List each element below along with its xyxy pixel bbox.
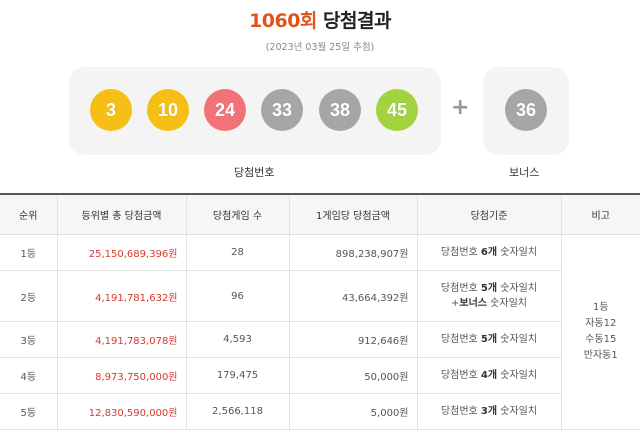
criteria-cell: 당첨번호 6개 숫자일치: [416, 234, 561, 271]
round-number: 1060회: [249, 10, 317, 32]
rank-cell: 5등: [0, 393, 57, 430]
draw-date: (2023년 03월 25일 추첨): [265, 42, 375, 53]
rank-cell: 3등: [0, 321, 57, 358]
criteria-cell: 당첨번호 5개 숫자일치: [416, 321, 561, 358]
column-header: 당첨기준: [416, 193, 561, 235]
number-ball: 45: [376, 89, 418, 131]
rank-cell: 1등: [0, 234, 57, 271]
total-prize-cell: 25,150,689,396원: [56, 234, 186, 271]
prize-table: 순위 등위별 총 당첨금액 당첨게임 수 1게임당 당첨금액 당첨기준 비고 1…: [0, 193, 640, 430]
rank-cell: 4등: [0, 357, 57, 394]
table-row: 3등 4,191,783,078원 4,593 912,646원 당첨번호 5개…: [0, 321, 640, 358]
total-prize-cell: 12,830,590,000원: [56, 393, 186, 430]
title-text: 당첨결과: [323, 10, 391, 32]
column-header: 등위별 총 당첨금액: [56, 193, 186, 235]
column-header: 당첨게임 수: [185, 193, 289, 235]
per-game-prize-cell: 43,664,392원: [288, 270, 417, 322]
table-row: 5등 12,830,590,000원 2,566,118 5,000원 당첨번호…: [0, 393, 640, 430]
per-game-prize-cell: 898,238,907원: [288, 234, 417, 271]
column-header: 비고: [560, 193, 640, 235]
number-ball: 33: [261, 89, 303, 131]
total-prize-cell: 8,973,750,000원: [56, 357, 186, 394]
winning-games-cell: 4,593: [185, 321, 289, 358]
bonus-number-panel: 36: [483, 67, 569, 155]
per-game-prize-cell: 912,646원: [288, 321, 417, 358]
winning-numbers-label: 당첨번호: [234, 166, 275, 179]
number-ball: 38: [319, 89, 361, 131]
criteria-cell: 당첨번호 5개 숫자일치 +보너스 숫자일치: [416, 270, 561, 322]
page-title: 1060회 당첨결과: [0, 6, 640, 33]
column-header: 1게임당 당첨금액: [288, 193, 417, 235]
number-ball: 24: [204, 89, 246, 131]
winning-games-cell: 96: [185, 270, 289, 322]
table-row: 4등 8,973,750,000원 179,475 50,000원 당첨번호 4…: [0, 357, 640, 394]
rank-cell: 2등: [0, 270, 57, 322]
bonus-ball: 36: [505, 89, 547, 131]
winning-games-cell: 2,566,118: [185, 393, 289, 430]
remarks-cell: 1등 자동12 수동15 반자동1: [560, 234, 640, 430]
winning-games-cell: 28: [185, 234, 289, 271]
per-game-prize-cell: 50,000원: [288, 357, 417, 394]
column-header: 순위: [0, 193, 57, 235]
plus-sign: +: [451, 95, 470, 120]
winning-numbers-panel: 3 10 24 33 38 45: [69, 67, 441, 155]
table-row: 2등 4,191,781,632원 96 43,664,392원 당첨번호 5개…: [0, 270, 640, 322]
winning-games-cell: 179,475: [185, 357, 289, 394]
criteria-cell: 당첨번호 4개 숫자일치: [416, 357, 561, 394]
total-prize-cell: 4,191,781,632원: [56, 270, 186, 322]
page-header: 1060회 당첨결과 (2023년 03월 25일 추첨): [0, 6, 640, 53]
table-row: 1등 25,150,689,396원 28 898,238,907원 당첨번호 …: [0, 234, 640, 430]
number-ball: 3: [90, 89, 132, 131]
per-game-prize-cell: 5,000원: [288, 393, 417, 430]
number-ball: 10: [147, 89, 189, 131]
table-header-row: 순위 등위별 총 당첨금액 당첨게임 수 1게임당 당첨금액 당첨기준 비고: [0, 193, 640, 235]
bonus-label: 보너스: [509, 166, 540, 179]
total-prize-cell: 4,191,783,078원: [56, 321, 186, 358]
criteria-cell: 당첨번호 3개 숫자일치: [416, 393, 561, 430]
